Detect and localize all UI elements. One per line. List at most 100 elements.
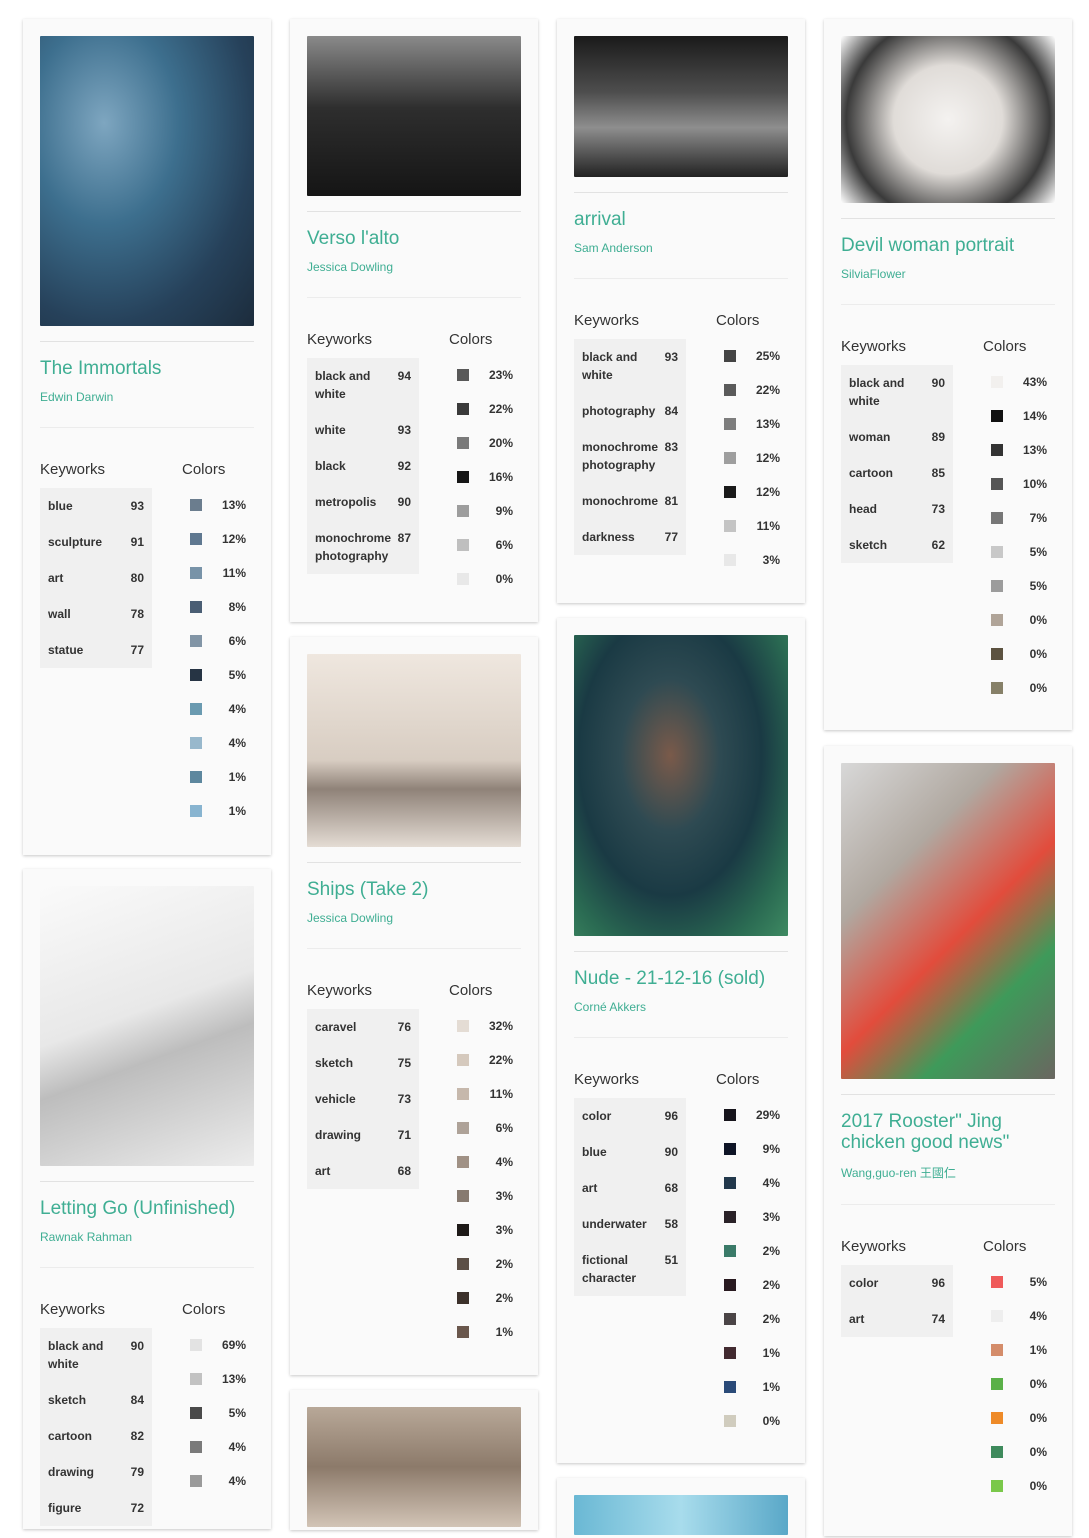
artwork-title[interactable]: The Immortals: [40, 358, 254, 379]
color-swatch: [457, 369, 469, 381]
artwork-title[interactable]: 2017 Rooster" Jing chicken good news": [841, 1111, 1055, 1153]
color-row: 13%: [182, 488, 254, 522]
keywords-header: Keyworks: [574, 312, 640, 329]
color-row: 22%: [716, 373, 788, 407]
colors-list: Colors 23% 22% 20% 16% 9% 6% 0%: [449, 331, 521, 596]
colors-list: Colors 25% 22% 13% 12% 12% 11% 3%: [716, 312, 788, 577]
artwork-title[interactable]: Nude - 21-12-16 (sold): [574, 968, 788, 989]
color-swatch: [190, 567, 202, 579]
color-row: 1%: [182, 760, 254, 794]
keyword-row: color 96: [841, 1265, 953, 1301]
color-swatch: [724, 384, 736, 396]
colors-list: Colors 29% 9% 4% 3% 2% 2% 2% 1% 1% 0%: [716, 1071, 788, 1438]
keywords-header: Keyworks: [574, 1071, 640, 1088]
color-row: 4%: [983, 1299, 1055, 1333]
artist-name[interactable]: Jessica Dowling: [307, 260, 521, 274]
color-row: 32%: [449, 1009, 521, 1043]
keyword-row: sketch 62: [841, 527, 953, 563]
color-swatch: [991, 580, 1003, 592]
artwork-title[interactable]: arrival: [574, 209, 788, 230]
artist-name[interactable]: Sam Anderson: [574, 241, 788, 255]
artwork-image[interactable]: [574, 635, 788, 936]
color-row: 0%: [983, 1367, 1055, 1401]
keyword-row: white 93: [307, 412, 419, 448]
color-row: 4%: [182, 1464, 254, 1498]
color-row: 3%: [716, 543, 788, 577]
color-row: 8%: [182, 590, 254, 624]
artist-name[interactable]: Rawnak Rahman: [40, 1230, 254, 1244]
keyword-row: sketch 84: [40, 1382, 152, 1418]
color-swatch: [991, 1310, 1003, 1322]
artist-name[interactable]: Corné Akkers: [574, 1000, 788, 1014]
color-swatch: [190, 737, 202, 749]
keyword-row: vehicle 73: [307, 1081, 419, 1117]
artwork-image[interactable]: [40, 886, 254, 1166]
artwork-image[interactable]: [574, 1495, 788, 1535]
keywords-header: Keyworks: [40, 461, 106, 478]
artwork-image[interactable]: [40, 36, 254, 326]
artwork-title[interactable]: Verso l'alto: [307, 228, 521, 249]
artwork-image[interactable]: [841, 36, 1055, 203]
color-row: 0%: [716, 1404, 788, 1438]
keyword-row: art 68: [307, 1153, 419, 1189]
color-row: 3%: [449, 1213, 521, 1247]
color-row: 16%: [449, 460, 521, 494]
artwork-card: [557, 1478, 805, 1538]
color-row: 13%: [716, 407, 788, 441]
artwork-image[interactable]: [307, 36, 521, 196]
keyword-row: black and white 90: [841, 365, 953, 419]
color-swatch: [724, 554, 736, 566]
color-swatch: [724, 1347, 736, 1359]
keywords-header: Keyworks: [307, 982, 373, 999]
artist-name[interactable]: Wang,guo-ren 王國仁: [841, 1164, 1055, 1181]
artwork-image[interactable]: [841, 763, 1055, 1079]
artist-name[interactable]: Edwin Darwin: [40, 390, 254, 404]
color-row: 0%: [983, 1469, 1055, 1503]
colors-header: Colors: [716, 312, 760, 329]
keyword-row: monochrome photography 83: [574, 429, 686, 483]
color-swatch: [190, 1441, 202, 1453]
color-row: 10%: [983, 467, 1055, 501]
artwork-image[interactable]: [307, 654, 521, 847]
artwork-title[interactable]: Ships (Take 2): [307, 879, 521, 900]
color-swatch: [190, 703, 202, 715]
artwork-title[interactable]: Devil woman portrait: [841, 235, 1055, 256]
color-row: 7%: [983, 501, 1055, 535]
keyword-row: black 92: [307, 448, 419, 484]
color-swatch: [991, 1446, 1003, 1458]
artwork-image[interactable]: [307, 1407, 521, 1527]
keywords-list: Keyworks caravel 76 sketch 75 vehicle 73 dr…: [307, 982, 449, 1349]
color-swatch: [457, 403, 469, 415]
color-row: 6%: [449, 528, 521, 562]
keywords-list: Keyworks color 96 blue 90 art 68 underwater…: [574, 1071, 716, 1438]
keyword-row: blue 90: [574, 1134, 686, 1170]
artist-name[interactable]: SilviaFlower: [841, 267, 1055, 281]
artist-name[interactable]: Jessica Dowling: [307, 911, 521, 925]
keywords-header: Keyworks: [307, 331, 373, 348]
color-swatch: [724, 1313, 736, 1325]
color-swatch: [991, 1276, 1003, 1288]
keyword-row: monochrome photography 87: [307, 520, 419, 574]
color-row: 14%: [983, 399, 1055, 433]
artwork-card: The Immortals Edwin Darwin Keyworks blue…: [23, 19, 271, 855]
color-swatch: [724, 520, 736, 532]
color-swatch: [991, 410, 1003, 422]
colors-header: Colors: [983, 338, 1027, 355]
color-swatch: [457, 1292, 469, 1304]
color-row: 2%: [716, 1268, 788, 1302]
keyword-row: statue 77: [40, 632, 152, 668]
keywords-list: Keyworks black and white 94 white 93 black…: [307, 331, 449, 596]
color-row: 12%: [716, 475, 788, 509]
color-swatch: [724, 1381, 736, 1393]
artwork-image[interactable]: [574, 36, 788, 177]
color-row: 2%: [716, 1302, 788, 1336]
colors-header: Colors: [182, 461, 226, 478]
color-row: 1%: [983, 1333, 1055, 1367]
artwork-title[interactable]: Letting Go (Unfinished): [40, 1198, 254, 1219]
color-swatch: [991, 648, 1003, 660]
artwork-card: [290, 1390, 538, 1530]
color-swatch: [457, 1088, 469, 1100]
keyword-row: darkness 77: [574, 519, 686, 555]
color-swatch: [724, 1415, 736, 1427]
color-swatch: [190, 805, 202, 817]
